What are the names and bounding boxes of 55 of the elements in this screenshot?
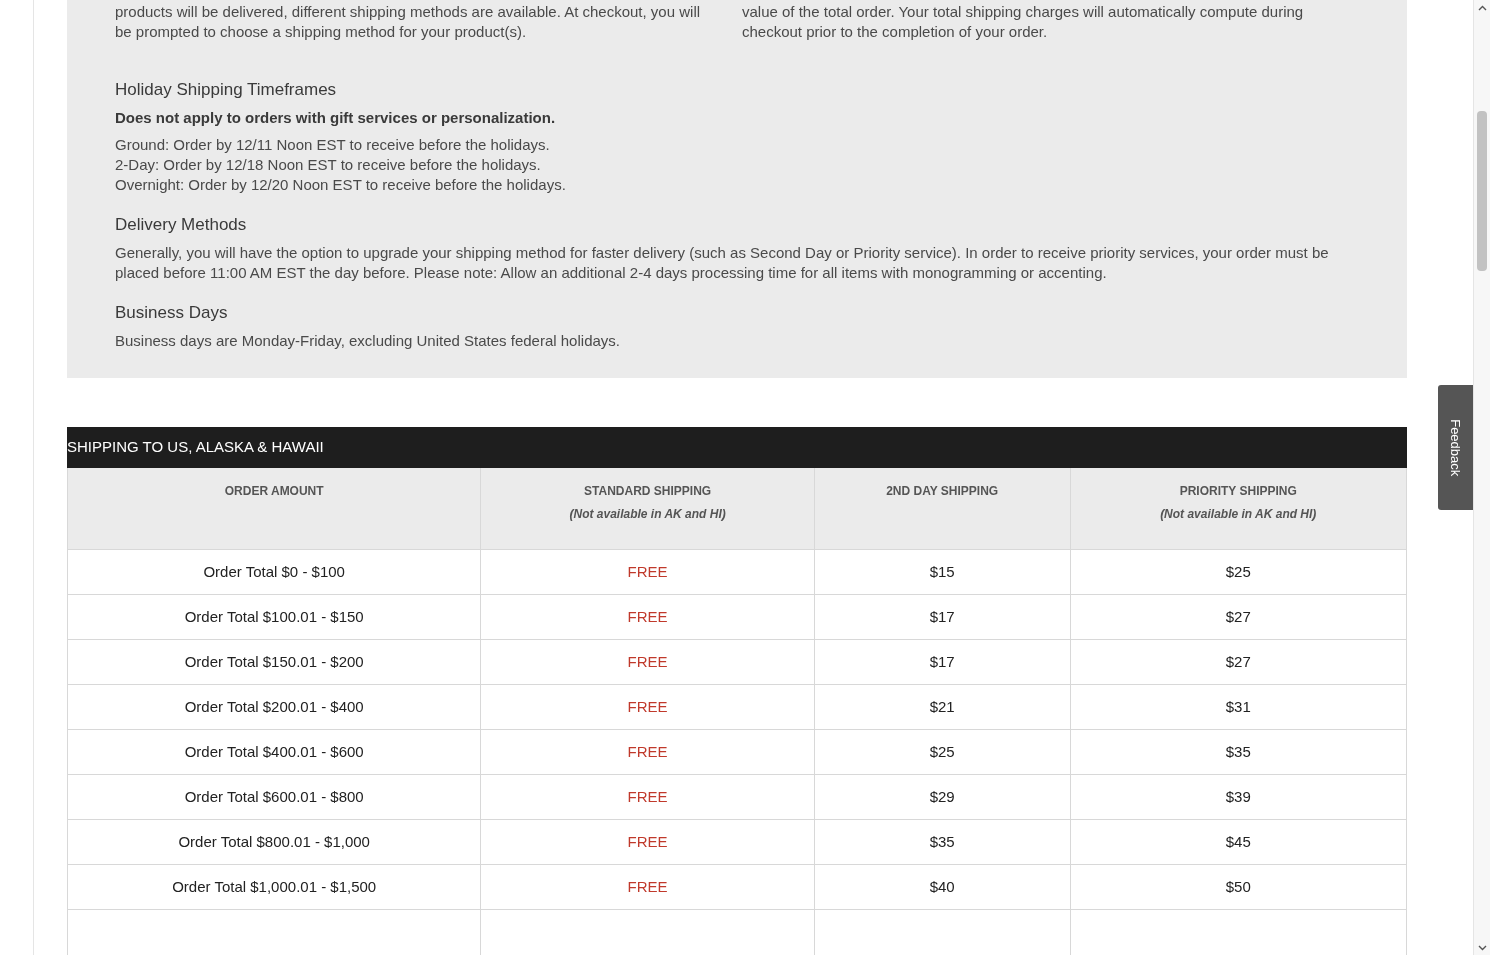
column-title: PRIORITY SHIPPING [1179, 483, 1297, 500]
table-cell: Order Total $1,000.01 - $1,500 [68, 865, 482, 909]
table-cell-text: $27 [1224, 651, 1252, 672]
table-cell: $17 [814, 640, 1071, 684]
section-text: Ground: Order by 12/11 Noon EST to receive before the holidays. [115, 135, 551, 155]
table-cell: FREE [481, 550, 815, 594]
table-cell: Order Total $200.01 - $400 [68, 685, 482, 729]
table-cell: $15 [814, 550, 1071, 594]
table-cell: $35 [814, 820, 1071, 864]
table-cell: Order Total $400.01 - $600 [68, 730, 482, 774]
column-note: (Not available in AK and HI) [1160, 506, 1317, 523]
table-cell: FREE [481, 640, 815, 684]
column-title: ORDER AMOUNT [224, 483, 324, 500]
table-cell: Order Total $150.01 - $200 [68, 640, 482, 684]
table-cell-text: $50 [1224, 876, 1252, 897]
section-text: Generally, you will have the option to upgrade your shipping method for faster delivery (such as Second Day or Priority service). In order to receive priority services, your order must be placed before 11:00 AM EST the day before. Please note: Allow an additional 2-4 days processing time for all items with monogramming or accenting. [115, 243, 1330, 283]
section-note: Does not apply to orders with gift services or personalization. [115, 108, 557, 128]
table-cell: Order Total $800.01 - $1,000 [68, 820, 482, 864]
section-heading: Delivery Methods [115, 214, 248, 236]
scroll-down-icon[interactable] [1477, 945, 1487, 951]
table-cell: $29 [814, 775, 1071, 819]
table-cell-text: $27 [1224, 606, 1252, 627]
table-cell: Order Total $0 - $100 [68, 550, 482, 594]
table-cell: FREE [481, 775, 815, 819]
section-text: 2-Day: Order by 12/18 Noon EST to receive before the holidays. [115, 155, 542, 175]
table-cell: $21 [814, 685, 1071, 729]
section-heading: Business Days [115, 302, 229, 324]
column-note: (Not available in AK and HI) [569, 506, 726, 523]
section-text: Business days are Monday-Friday, excluding United States federal holidays. [115, 331, 621, 351]
scrollbar-thumb[interactable] [1477, 111, 1487, 271]
scrollbar[interactable] [1473, 0, 1490, 955]
table-cell: $25 [814, 730, 1071, 774]
table-cell: $40 [814, 865, 1071, 909]
intro-paragraph: products will be delivered, different shipping methods are available. At checkout, you will be prompted to choose a shipping method for your product(s). [115, 2, 702, 42]
feedback-tab[interactable]: Feedback [1438, 385, 1473, 510]
table-title: SHIPPING TO US, ALASKA & HAWAII [67, 437, 324, 458]
scroll-up-icon[interactable] [1477, 5, 1487, 11]
section-text: Overnight: Order by 12/20 Noon EST to receive before the holidays. [115, 175, 567, 195]
table-cell-text: $25 [1224, 561, 1252, 582]
section-heading: Holiday Shipping Timeframes [115, 79, 338, 101]
table-cell: FREE [481, 685, 815, 729]
table-cell-text: $31 [1224, 696, 1252, 717]
table-cell: FREE [481, 730, 815, 774]
table-cell: FREE [481, 865, 815, 909]
column-title: 2ND DAY SHIPPING [886, 483, 999, 500]
table-cell: FREE [481, 820, 815, 864]
table-cell: FREE [481, 595, 815, 639]
table-cell-text: $39 [1224, 786, 1252, 807]
table-cell-text: $35 [1224, 741, 1252, 762]
table-cell: $17 [814, 595, 1071, 639]
table-cell-text: $45 [1224, 831, 1252, 852]
table-cell: Order Total $100.01 - $150 [68, 595, 482, 639]
intro-paragraph: value of the total order. Your total shipping charges will automatically compute during checkout prior to the completion of your order. [742, 2, 1305, 42]
column-title: STANDARD SHIPPING [584, 483, 712, 500]
table-cell: Order Total $600.01 - $800 [68, 775, 482, 819]
